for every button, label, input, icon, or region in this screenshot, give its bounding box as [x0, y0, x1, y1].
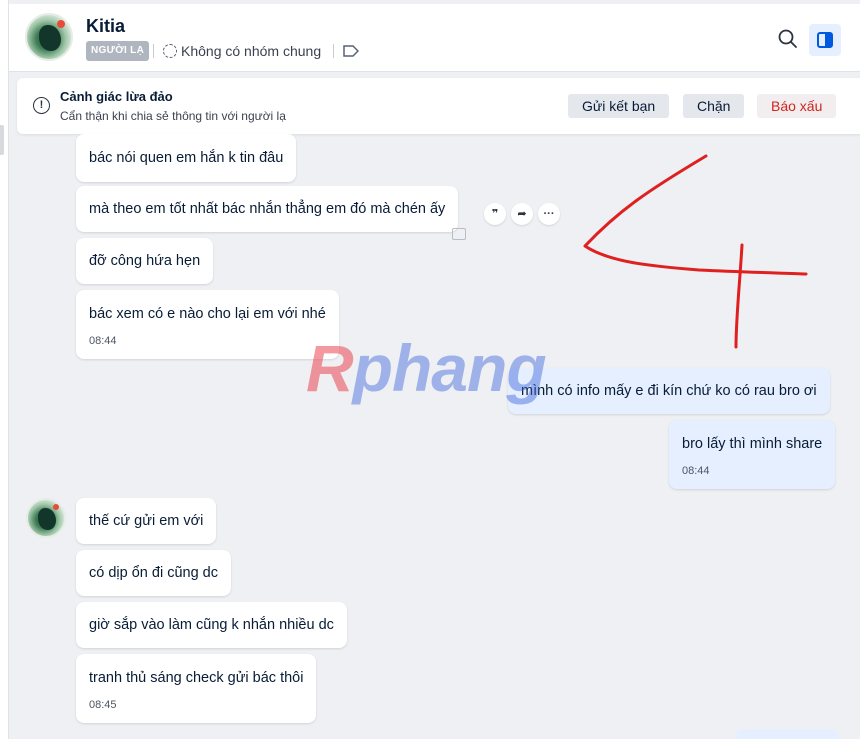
my-message-bubble[interactable]: bro lấy thì mình share 08:44 — [669, 420, 836, 489]
stranger-badge: NGƯỜI LẠ — [86, 41, 150, 61]
like-icon[interactable] — [452, 228, 466, 240]
message-bubble[interactable]: tranh thủ sáng check gửi bác thôi 08:45 — [76, 654, 317, 723]
message-text: tranh thủ sáng check gửi bác thôi — [89, 670, 304, 686]
quote-icon[interactable]: ❞ — [484, 203, 506, 225]
message-time: 08:44 — [682, 465, 710, 477]
alert-circle-icon: ! — [33, 97, 50, 114]
search-icon[interactable] — [775, 26, 801, 52]
add-friend-button[interactable]: Gửi kết bạn — [568, 94, 670, 118]
scam-warning-bar: ! Cảnh giác lừa đảo Cẩn thận khi chia sẻ… — [17, 78, 865, 134]
header-divider — [333, 44, 334, 58]
chat-window: Kitia NGƯỜI LẠ Không có nhóm chung ! Cản… — [8, 0, 866, 739]
warning-title: Cảnh giác lừa đảo — [60, 89, 173, 104]
avatar-art — [39, 25, 61, 51]
avatar-art — [38, 508, 56, 530]
more-icon[interactable]: ··· — [538, 203, 560, 225]
message-text: bác xem có e nào cho lại em với nhé — [89, 306, 326, 322]
message-bubble[interactable]: bác nói quen em hắn k tin đâu — [76, 134, 297, 182]
message-time: 08:44 — [89, 335, 117, 347]
message-bubble[interactable]: có dịp ổn đi cũng dc — [76, 550, 231, 596]
avatar-flower — [57, 20, 65, 28]
left-nub — [0, 125, 4, 155]
message-text: bro lấy thì mình share — [682, 436, 823, 452]
message-bubble[interactable]: thế cứ gửi em với — [76, 498, 217, 544]
message-bubble[interactable]: giờ sắp vào làm cũng k nhắn nhiều dc — [76, 602, 347, 648]
panel-toggle-button[interactable] — [809, 24, 841, 56]
message-bubble[interactable]: mà theo em tốt nhất bác nhắn thẳng em đó… — [76, 186, 459, 232]
contact-name[interactable]: Kitia — [86, 16, 125, 37]
chat-header: Kitia NGƯỜI LẠ Không có nhóm chung — [9, 4, 866, 72]
panel-toggle-icon — [817, 32, 833, 48]
sender-avatar[interactable] — [26, 498, 66, 538]
group-icon — [163, 44, 177, 58]
avatar-flower — [53, 504, 59, 510]
header-divider — [153, 44, 154, 58]
next-message-peek — [735, 729, 839, 739]
left-edge — [0, 0, 8, 739]
contact-avatar[interactable] — [25, 13, 73, 61]
my-message-bubble[interactable]: mình có info mấy e đi kín chứ ko có rau … — [508, 368, 830, 414]
right-edge — [860, 0, 866, 739]
forward-icon[interactable]: ➦ — [511, 203, 533, 225]
block-button[interactable]: Chặn — [683, 94, 745, 118]
message-bubble[interactable]: đỡ công hứa hẹn — [76, 238, 214, 284]
message-bubble[interactable]: bác xem có e nào cho lại em với nhé 08:4… — [76, 290, 339, 359]
message-time: 08:45 — [89, 699, 117, 711]
report-button[interactable]: Báo xấu — [757, 94, 837, 118]
warning-subtitle: Cẩn thận khi chia sẻ thông tin với người… — [60, 109, 286, 123]
tag-icon[interactable] — [343, 45, 359, 57]
common-group-status[interactable]: Không có nhóm chung — [181, 43, 321, 59]
